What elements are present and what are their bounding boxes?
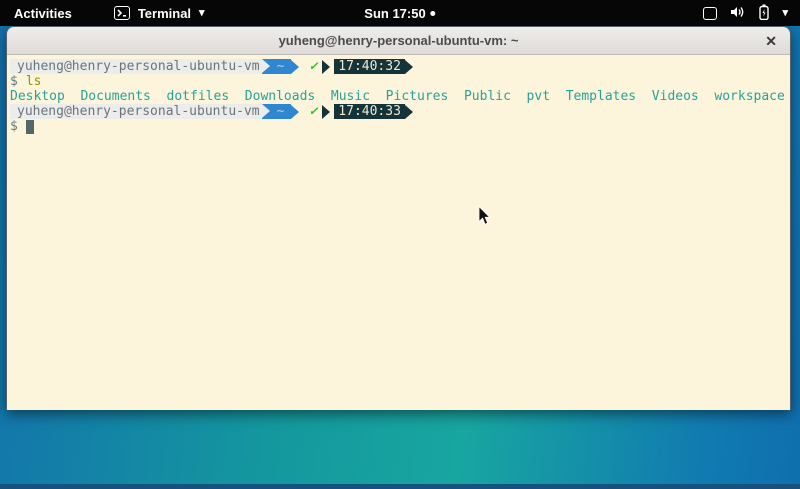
display-icon: [703, 7, 717, 20]
powerline-arrow-icon: [405, 60, 413, 74]
system-status-menu[interactable]: ▾: [703, 4, 788, 23]
input-line[interactable]: $: [10, 119, 787, 134]
activities-button[interactable]: Activities: [10, 6, 76, 21]
focused-app-name: Terminal: [138, 6, 191, 21]
prompt-path-segment: ~: [262, 104, 292, 119]
terminal-window: yuheng@henry-personal-ubuntu-vm: ~ ✕ yuh…: [6, 26, 791, 410]
chevron-down-icon: ▾: [782, 8, 788, 19]
typed-command: ls: [26, 74, 42, 89]
powerline-arrow-icon: [291, 60, 299, 74]
battery-charging-icon: [759, 4, 769, 23]
prompt-user-segment: yuheng@henry-personal-ubuntu-vm: [10, 59, 262, 74]
powerline-arrow-icon: [405, 105, 413, 119]
prompt-line: yuheng@henry-personal-ubuntu-vm ~ ✓ 17:4…: [10, 59, 787, 74]
check-icon: ✓: [309, 104, 317, 119]
powerline-arrow-icon: [322, 105, 330, 119]
powerline-arrow-icon: [322, 60, 330, 74]
wallpaper-bottom-edge: [0, 484, 800, 489]
prompt-dollar: $: [10, 74, 18, 89]
chevron-down-icon: ▾: [199, 8, 205, 19]
prompt-dollar: $: [10, 119, 18, 134]
text-cursor: [26, 120, 34, 134]
volume-icon: [730, 5, 746, 22]
window-title: yuheng@henry-personal-ubuntu-vm: ~: [279, 33, 519, 48]
check-icon: ✓: [309, 59, 317, 74]
prompt-time: 17:40:32: [334, 59, 405, 74]
desktop: Activities Terminal ▾ Sun 17:50: [0, 0, 800, 489]
clock-label: Sun 17:50: [364, 6, 425, 21]
notification-dot-icon: [431, 11, 436, 16]
terminal-app-icon: [114, 6, 130, 20]
powerline-arrow-icon: [291, 105, 299, 119]
window-titlebar[interactable]: yuheng@henry-personal-ubuntu-vm: ~ ✕: [7, 27, 790, 55]
prompt-user-segment: yuheng@henry-personal-ubuntu-vm: [10, 104, 262, 119]
prompt-line: yuheng@henry-personal-ubuntu-vm ~ ✓ 17:4…: [10, 104, 787, 119]
prompt-path-segment: ~: [262, 59, 292, 74]
top-bar: Activities Terminal ▾ Sun 17:50: [0, 0, 800, 26]
prompt-time: 17:40:33: [334, 104, 405, 119]
terminal-content[interactable]: yuheng@henry-personal-ubuntu-vm ~ ✓ 17:4…: [7, 55, 790, 410]
command-line: $ ls: [10, 74, 787, 89]
close-icon[interactable]: ✕: [765, 34, 777, 48]
mouse-pointer-icon: [478, 206, 492, 226]
ls-output: Desktop Documents dotfiles Downloads Mus…: [10, 89, 787, 104]
clock-button[interactable]: Sun 17:50: [364, 6, 435, 21]
focused-app-menu[interactable]: Terminal ▾: [114, 6, 205, 21]
